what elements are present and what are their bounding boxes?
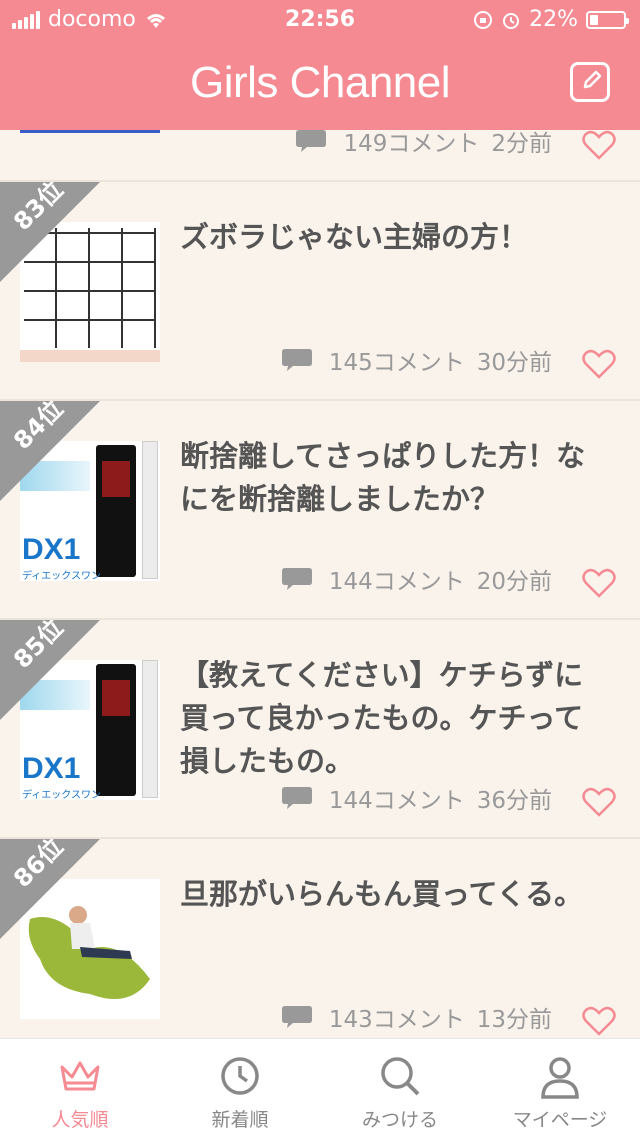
tab-label: マイページ bbox=[512, 1109, 608, 1131]
rank-badge: 83位 bbox=[0, 182, 100, 282]
comment-count: 144コメント bbox=[328, 788, 465, 814]
tab-mypage[interactable]: マイページ bbox=[480, 1039, 640, 1137]
orientation-lock-icon bbox=[474, 10, 493, 29]
topic-title[interactable]: 【教えてください】ケチらずに買って良かったもの。ケチって損したもの。 bbox=[180, 654, 610, 783]
topic-title[interactable]: 旦那がいらんもん買ってくる。 bbox=[180, 873, 610, 916]
post-time: 13分前 bbox=[476, 1007, 552, 1033]
post-time: 20分前 bbox=[476, 569, 552, 595]
person-icon bbox=[541, 1057, 579, 1099]
battery-percent: 22% bbox=[529, 7, 578, 32]
topic-title[interactable]: ズボラじゃない主婦の方！ bbox=[180, 216, 610, 259]
heart-icon[interactable] bbox=[582, 349, 616, 379]
rank-badge: 86位 bbox=[0, 839, 100, 939]
comment-icon bbox=[281, 568, 312, 590]
comment-count: 144コメント bbox=[328, 569, 465, 595]
list-item[interactable]: 149コメント 2分前 bbox=[0, 130, 640, 182]
thumbnail-caption: ディエックスワン bbox=[22, 571, 101, 581]
comment-icon bbox=[281, 787, 312, 809]
tab-bar: 人気順 新着順 みつける マイページ bbox=[0, 1038, 640, 1137]
comment-icon bbox=[281, 1006, 312, 1028]
edit-icon bbox=[583, 70, 602, 89]
thumbnail-caption: ディエックスワン bbox=[22, 790, 101, 800]
post-time: 36分前 bbox=[476, 788, 552, 814]
tab-label: みつける bbox=[361, 1109, 438, 1131]
topic-meta: 144コメント 20分前 bbox=[281, 562, 552, 596]
topic-meta: 144コメント 36分前 bbox=[281, 781, 552, 815]
list-item[interactable]: DX1 ディエックスワン 85位 【教えてください】ケチらずに買って良かったもの… bbox=[0, 620, 640, 839]
tab-new[interactable]: 新着順 bbox=[160, 1039, 320, 1137]
tab-discover[interactable]: みつける bbox=[320, 1039, 480, 1137]
topic-thumbnail bbox=[20, 130, 160, 133]
clock-icon bbox=[221, 1057, 259, 1095]
compose-button[interactable] bbox=[570, 62, 610, 102]
comment-count: 145コメント bbox=[328, 350, 465, 376]
tab-label: 新着順 bbox=[211, 1109, 269, 1131]
post-time: 30分前 bbox=[476, 350, 552, 376]
alarm-icon bbox=[503, 12, 520, 29]
thumbnail-brand: DX1 bbox=[22, 533, 81, 566]
topic-list: 149コメント 2分前 83位 ズボラじゃない主婦の方！ 145コメント 30分… bbox=[0, 130, 640, 1038]
app-header: docomo 22:56 22% Girls Channel bbox=[0, 0, 640, 130]
comment-count: 143コメント bbox=[328, 1007, 465, 1033]
tab-popular[interactable]: 人気順 bbox=[0, 1039, 160, 1137]
comment-icon bbox=[296, 130, 327, 152]
status-bar: docomo 22:56 22% bbox=[0, 0, 640, 40]
comment-count: 149コメント bbox=[343, 131, 480, 157]
heart-icon[interactable] bbox=[582, 787, 616, 817]
heart-icon[interactable] bbox=[582, 568, 616, 598]
topic-meta: 149コメント 2分前 bbox=[295, 130, 552, 158]
app-title: Girls Channel bbox=[189, 58, 451, 107]
search-icon bbox=[381, 1057, 420, 1096]
topic-meta: 143コメント 13分前 bbox=[281, 1000, 552, 1034]
topic-title[interactable]: 断捨離してさっぱりした方！なにを断捨離しましたか？ bbox=[180, 435, 610, 521]
comment-icon bbox=[281, 349, 312, 371]
heart-icon[interactable] bbox=[582, 130, 616, 160]
topic-meta: 145コメント 30分前 bbox=[281, 343, 552, 377]
list-item[interactable]: 83位 ズボラじゃない主婦の方！ 145コメント 30分前 bbox=[0, 182, 640, 401]
list-item[interactable]: DX1 ディエックスワン 84位 断捨離してさっぱりした方！なにを断捨離しました… bbox=[0, 401, 640, 620]
heart-icon[interactable] bbox=[582, 1006, 616, 1036]
list-item[interactable]: 86位 旦那がいらんもん買ってくる。 143コメント 13分前 bbox=[0, 839, 640, 1038]
post-time: 2分前 bbox=[491, 131, 552, 157]
crown-icon bbox=[60, 1061, 100, 1091]
rank-badge: 84位 bbox=[0, 401, 100, 501]
rank-badge: 85位 bbox=[0, 620, 100, 720]
thumbnail-brand: DX1 bbox=[22, 752, 81, 785]
battery-icon bbox=[586, 10, 629, 29]
tab-label: 人気順 bbox=[51, 1109, 109, 1131]
